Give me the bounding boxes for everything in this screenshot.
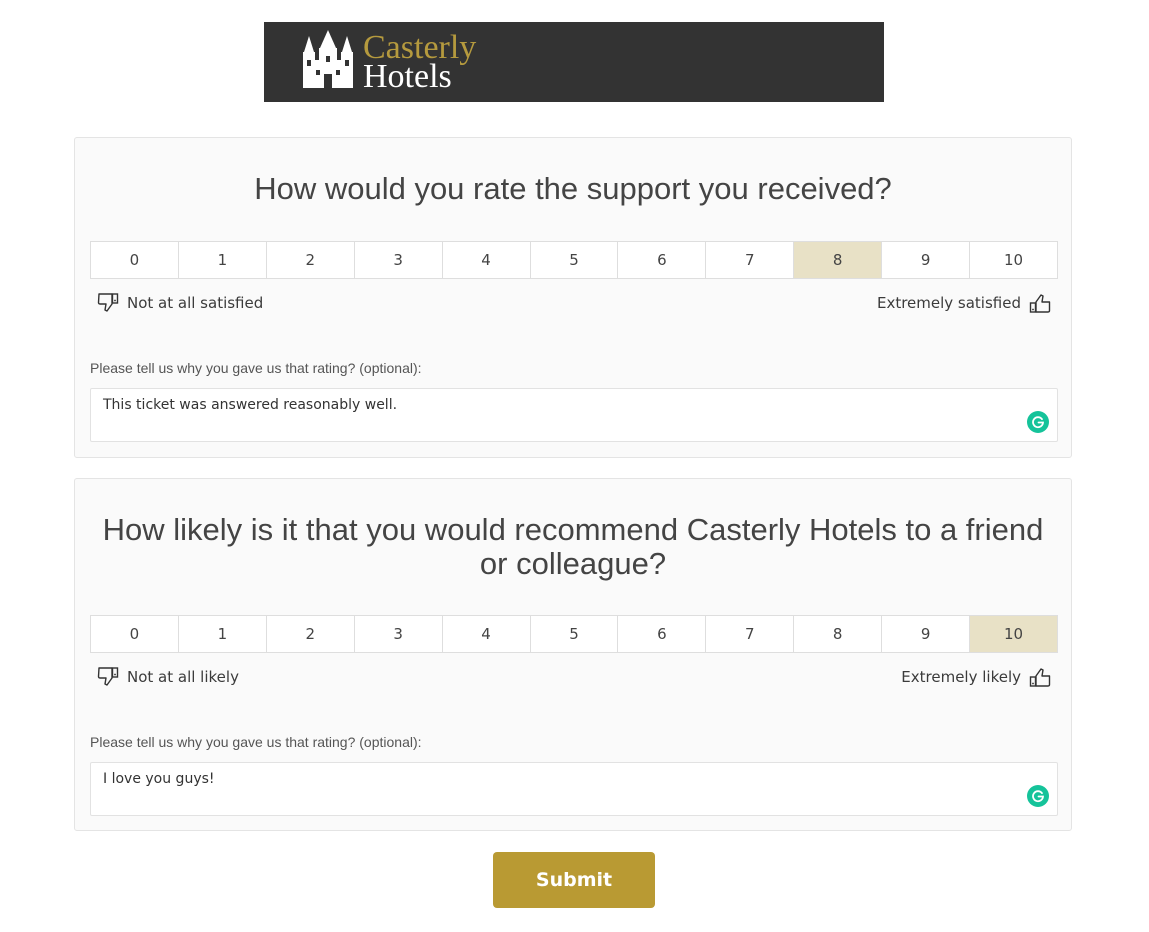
rating-option-0[interactable]: 0 bbox=[91, 242, 179, 278]
comment-text: This ticket was answered reasonably well… bbox=[103, 397, 398, 413]
rating-option-6[interactable]: 6 bbox=[618, 616, 707, 652]
rating-option-4[interactable]: 4 bbox=[443, 616, 531, 652]
g-glyph-icon bbox=[1032, 416, 1044, 429]
grammarly-icon[interactable] bbox=[1027, 411, 1049, 433]
rating-option-3[interactable]: 3 bbox=[355, 242, 443, 278]
grammarly-icon[interactable] bbox=[1027, 785, 1049, 807]
low-anchor: Not at all likely bbox=[97, 666, 239, 688]
comment-text: I love you guys! bbox=[103, 771, 215, 787]
question-card-recommend: How likely is it that you would recommen… bbox=[74, 478, 1072, 831]
low-anchor-label: Not at all satisfied bbox=[127, 294, 264, 312]
rating-option-3[interactable]: 3 bbox=[355, 616, 443, 652]
comment-prompt: Please tell us why you gave us that rati… bbox=[90, 360, 422, 376]
rating-option-5[interactable]: 5 bbox=[531, 242, 619, 278]
thumbs-up-icon bbox=[1029, 668, 1051, 687]
logo-wordmark-bottom: Hotels bbox=[363, 58, 452, 95]
question-title: How likely is it that you would recommen… bbox=[102, 512, 1044, 581]
thumbs-down-icon bbox=[97, 667, 119, 686]
rating-option-1[interactable]: 1 bbox=[179, 616, 267, 652]
rating-option-2[interactable]: 2 bbox=[267, 616, 355, 652]
comment-prompt: Please tell us why you gave us that rati… bbox=[90, 734, 422, 750]
rating-scale: 0 1 2 3 4 5 6 7 8 9 10 bbox=[90, 241, 1058, 279]
rating-option-0[interactable]: 0 bbox=[91, 616, 179, 652]
question-card-support: How would you rate the support you recei… bbox=[74, 137, 1072, 458]
rating-option-6[interactable]: 6 bbox=[618, 242, 707, 278]
rating-option-7[interactable]: 7 bbox=[706, 242, 795, 278]
comment-textarea[interactable]: I love you guys! bbox=[90, 762, 1058, 816]
high-anchor-label: Extremely likely bbox=[901, 668, 1021, 686]
submit-button[interactable]: Submit bbox=[493, 852, 655, 908]
thumbs-down-icon bbox=[97, 293, 119, 312]
logo-banner: Casterly Hotels bbox=[264, 22, 884, 102]
rating-option-7[interactable]: 7 bbox=[706, 616, 795, 652]
g-glyph-icon bbox=[1032, 790, 1044, 803]
comment-textarea[interactable]: This ticket was answered reasonably well… bbox=[90, 388, 1058, 442]
question-title: How would you rate the support you recei… bbox=[254, 171, 892, 206]
low-anchor: Not at all satisfied bbox=[97, 292, 263, 314]
rating-option-10[interactable]: 10 bbox=[970, 616, 1057, 652]
rating-option-8[interactable]: 8 bbox=[794, 616, 883, 652]
rating-option-2[interactable]: 2 bbox=[267, 242, 355, 278]
rating-option-1[interactable]: 1 bbox=[179, 242, 267, 278]
rating-option-9[interactable]: 9 bbox=[882, 242, 971, 278]
castle-icon bbox=[303, 30, 353, 88]
rating-option-9[interactable]: 9 bbox=[882, 616, 971, 652]
rating-option-5[interactable]: 5 bbox=[531, 616, 619, 652]
rating-option-10[interactable]: 10 bbox=[970, 242, 1057, 278]
rating-scale: 0 1 2 3 4 5 6 7 8 9 10 bbox=[90, 615, 1058, 653]
high-anchor: Extremely satisfied bbox=[877, 292, 1051, 314]
high-anchor-label: Extremely satisfied bbox=[876, 294, 1021, 312]
rating-option-4[interactable]: 4 bbox=[443, 242, 531, 278]
high-anchor: Extremely likely bbox=[901, 666, 1051, 688]
rating-option-8[interactable]: 8 bbox=[794, 242, 883, 278]
low-anchor-label: Not at all likely bbox=[127, 668, 239, 686]
thumbs-up-icon bbox=[1029, 294, 1051, 313]
